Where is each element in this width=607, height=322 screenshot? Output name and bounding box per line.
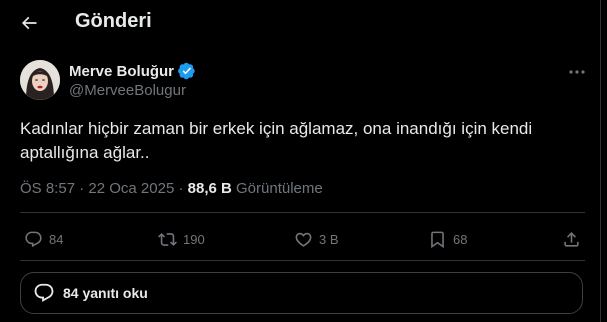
reply-count: 84 [49,231,64,247]
back-button[interactable] [14,8,44,38]
heart-icon [295,232,312,247]
like-button[interactable]: 3 B [294,228,339,250]
avatar[interactable] [20,60,60,100]
read-replies-label: 84 yanıtı oku [63,285,148,301]
header: Gönderi [0,0,600,44]
views-label: Görüntüleme [236,180,323,197]
verified-badge-icon[interactable] [178,62,196,80]
share-button[interactable] [562,228,581,250]
column-divider [600,0,601,322]
meta-separator: · [79,180,85,197]
reply-icon [34,283,54,302]
divider [20,212,585,213]
views-count[interactable]: 88,6 B [188,180,232,197]
divider [20,260,585,261]
post-text: Kadınlar hiçbir zaman bir erkek için ağl… [20,119,533,162]
bookmark-icon [431,231,444,248]
bookmark-button[interactable]: 68 [428,228,467,250]
author-handle[interactable]: @MerveeBolugur [69,82,186,99]
like-count: 3 B [319,231,339,247]
post-date[interactable]: 22 Oca 2025 [88,180,174,197]
arrow-left-icon [21,16,37,30]
avatar-image [20,60,60,100]
page-title: Gönderi [75,10,152,32]
meta-separator: · [178,180,184,197]
read-replies-button[interactable]: 84 yanıtı oku [20,272,583,314]
repost-count: 190 [183,231,205,247]
repost-button[interactable]: 190 [158,228,205,250]
bookmark-count: 68 [453,231,468,247]
author-name-row[interactable]: Merve Boluğur [69,62,196,80]
more-icon [569,70,585,74]
post-meta: ÖS 8:57 · 22 Oca 2025 · 88,6 B Görüntüle… [20,180,323,197]
author-name[interactable]: Merve Boluğur [69,63,174,80]
repost-icon [158,232,177,246]
share-icon [564,231,579,247]
reply-icon [25,231,42,247]
post-time[interactable]: ÖS 8:57 [20,180,75,197]
reply-button[interactable]: 84 [24,228,63,250]
more-options-button[interactable] [566,64,588,80]
